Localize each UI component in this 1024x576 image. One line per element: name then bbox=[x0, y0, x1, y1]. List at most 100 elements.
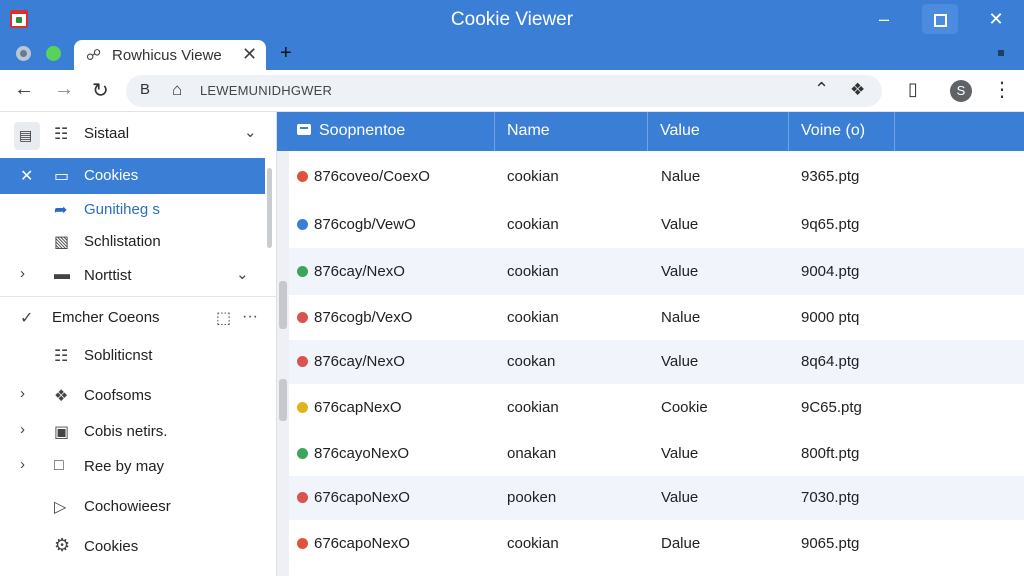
chevron-up-icon[interactable]: ⌃ bbox=[814, 79, 829, 100]
sidebar-item-schlistation[interactable]: ▧ Schlistation bbox=[0, 224, 265, 260]
sidebar-item-sobliticnst[interactable]: ☷ Sobliticnst bbox=[0, 338, 265, 374]
sidebar-header[interactable]: ▤ ☷ Sistaal ⌄ bbox=[0, 116, 265, 152]
status-dot[interactable] bbox=[46, 46, 61, 61]
extensions-icon[interactable]: ❖ bbox=[850, 80, 865, 100]
cell-value: Cookie bbox=[661, 399, 708, 416]
cell-size: 9004.ptg bbox=[801, 263, 859, 280]
more-icon[interactable]: ··· bbox=[242, 308, 258, 326]
comment-icon[interactable]: ⬚ bbox=[216, 308, 231, 328]
folder-outline-icon: □ bbox=[54, 457, 64, 474]
table-scrollbar[interactable] bbox=[277, 151, 289, 576]
cell-size: 9065.ptg bbox=[801, 535, 859, 552]
cell-value-text: Value bbox=[661, 353, 699, 370]
tab-cookie-viewer[interactable]: ☍ Rowhicus Viewe ✕ bbox=[74, 40, 266, 70]
cell-name-text: onakan bbox=[507, 445, 557, 462]
cell-value: Nalue bbox=[661, 168, 700, 185]
cell-name: cookian bbox=[507, 168, 559, 185]
folder-icon: ▬ bbox=[54, 266, 70, 283]
site-info-icon[interactable]: B bbox=[140, 81, 150, 98]
cell-domain: 676capoNexO bbox=[297, 489, 410, 506]
url-text[interactable]: LEWEMUNIDHGWER bbox=[200, 83, 332, 98]
scrollbar-thumb[interactable] bbox=[279, 379, 287, 421]
cell-size-text: 800ft.ptg bbox=[801, 445, 860, 462]
link-icon: ☍ bbox=[86, 47, 102, 64]
table-row[interactable]: 876cayoNexO onakan Value 800ft.ptg bbox=[289, 432, 1024, 476]
close-window-button[interactable]: ✕ bbox=[978, 4, 1014, 34]
tab-strip: ☍ Rowhicus Viewe ✕ + bbox=[0, 38, 1024, 70]
sidebar-header-label: Sistaal bbox=[84, 125, 130, 142]
column-header-domain[interactable]: Soopnentoe bbox=[277, 112, 495, 151]
cell-value-text: Value bbox=[661, 263, 699, 280]
cell-size: 9C65.ptg bbox=[801, 399, 862, 416]
chevron-right-icon[interactable]: › bbox=[20, 421, 25, 438]
column-header-value[interactable]: Value bbox=[648, 112, 789, 151]
cell-value-text: Nalue bbox=[661, 168, 701, 185]
tab-strip-menu-icon[interactable] bbox=[998, 50, 1004, 56]
chevron-right-icon[interactable]: › bbox=[20, 456, 25, 473]
sidebar-item-cookies-settings[interactable]: ⚙ Cookies bbox=[0, 529, 265, 565]
cell-value: Nalue bbox=[661, 309, 700, 326]
table-row[interactable]: 676capoNexO pooken Value 7030.ptg bbox=[289, 476, 1024, 520]
reload-button[interactable]: ↻ bbox=[92, 78, 109, 103]
cell-value-text: Value bbox=[661, 216, 699, 233]
tab-title: Rowhicus Viewe bbox=[112, 47, 222, 64]
table-row[interactable]: 876cogb/VewO cookian Value 9q65.ptg bbox=[289, 201, 1024, 248]
address-bar[interactable]: B ⌂ LEWEMUNIDHGWER ⌃ ❖ bbox=[126, 75, 882, 107]
profile-avatar[interactable]: S bbox=[950, 80, 972, 102]
cell-name-text: cookian bbox=[507, 535, 559, 552]
column-header-size[interactable]: Voine (o) bbox=[789, 112, 895, 151]
cell-size-text: 9q65.ptg bbox=[801, 216, 860, 233]
new-tab-button[interactable]: + bbox=[280, 42, 292, 65]
table-row[interactable]: 876cay/NexO cookian Value 9004.ptg bbox=[289, 248, 1024, 295]
chevron-right-icon[interactable]: › bbox=[20, 385, 25, 402]
cookie-table: Soopnentoe Name Value Voine (o) 876coveo… bbox=[277, 112, 1024, 576]
favicon-icon bbox=[297, 538, 308, 549]
sidebar-item-norttist[interactable]: › ▬ Norttist ⌄ bbox=[0, 258, 265, 294]
column-header-name[interactable]: Name bbox=[495, 112, 648, 151]
menu-icon[interactable]: ⋮ bbox=[992, 77, 1012, 102]
cell-name: cookian bbox=[507, 399, 559, 416]
cell-name: cookan bbox=[507, 353, 555, 370]
close-icon[interactable]: ✕ bbox=[20, 166, 33, 186]
clipboard-icon[interactable]: ▯ bbox=[908, 79, 918, 100]
favicon-icon bbox=[297, 448, 308, 459]
cell-domain-text: 876cogb/VewO bbox=[314, 216, 416, 233]
cell-name-text: cookan bbox=[507, 353, 556, 370]
table-row[interactable]: 676capoNexO cookian Dalue 9065.ptg bbox=[289, 520, 1024, 568]
favicon-icon bbox=[297, 492, 308, 503]
table-row[interactable]: 876cay/NexO cookan Value 8q64.ptg bbox=[289, 340, 1024, 384]
scrollbar-thumb[interactable] bbox=[279, 281, 287, 329]
card-icon: ▭ bbox=[54, 168, 70, 185]
chevron-down-icon[interactable]: ⌄ bbox=[244, 123, 257, 141]
window-control-dot[interactable] bbox=[16, 46, 31, 61]
cell-size-text: 9365.ptg bbox=[801, 168, 860, 185]
cell-domain: 676capoNexO bbox=[297, 535, 410, 552]
maximize-button[interactable] bbox=[922, 4, 958, 34]
sidebar-item-cookies[interactable]: ✕ ▭ Cookies bbox=[0, 158, 265, 194]
cell-size: 9000 ptq bbox=[801, 309, 859, 326]
cell-value-text: Dalue bbox=[661, 535, 701, 552]
sidebar-item-emcher-coeons[interactable]: ✓ Emcher Coeons ⬚ ··· bbox=[0, 300, 265, 336]
cell-size-text: 9004.ptg bbox=[801, 263, 860, 280]
storage-icon: ☷ bbox=[54, 126, 69, 143]
tab-close-icon[interactable]: ✕ bbox=[242, 44, 257, 65]
home-icon[interactable]: ⌂ bbox=[172, 80, 182, 100]
sidebar-item-cobis-netirs[interactable]: › ▣ Cobis netirs. bbox=[0, 414, 265, 450]
sidebar-scrollbar[interactable] bbox=[267, 168, 272, 248]
chevron-right-icon[interactable]: › bbox=[20, 265, 25, 282]
table-row[interactable]: 876cogb/VexO cookian Nalue 9000 ptq bbox=[289, 295, 1024, 340]
forward-button[interactable]: → bbox=[54, 78, 74, 101]
sidebar-item-ree-by-may[interactable]: › □ Ree by may bbox=[0, 449, 265, 485]
back-button[interactable]: ← bbox=[14, 78, 34, 101]
check-icon[interactable]: ✓ bbox=[20, 308, 33, 328]
cell-size-text: 9000 ptq bbox=[801, 309, 860, 326]
table-row[interactable]: 676capNexO cookian Cookie 9C65.ptg bbox=[289, 384, 1024, 432]
sidebar-item-label: Sobliticnst bbox=[84, 347, 153, 364]
sidebar-item-gunitiheg[interactable]: ➦ Gunitiheg s bbox=[0, 192, 265, 228]
sidebar-item-coofsoms[interactable]: › ❖ Coofsoms bbox=[0, 378, 265, 414]
table-row[interactable]: 876coveo/CoexO cookian Nalue 9365.ptg bbox=[289, 153, 1024, 201]
chevron-down-icon[interactable]: ⌄ bbox=[236, 265, 249, 283]
minimize-button[interactable]: – bbox=[866, 4, 902, 34]
sidebar-item-cochowieesr[interactable]: ▷ Cochowieesr bbox=[0, 489, 265, 525]
panel-icon[interactable]: ▤ bbox=[14, 122, 40, 150]
